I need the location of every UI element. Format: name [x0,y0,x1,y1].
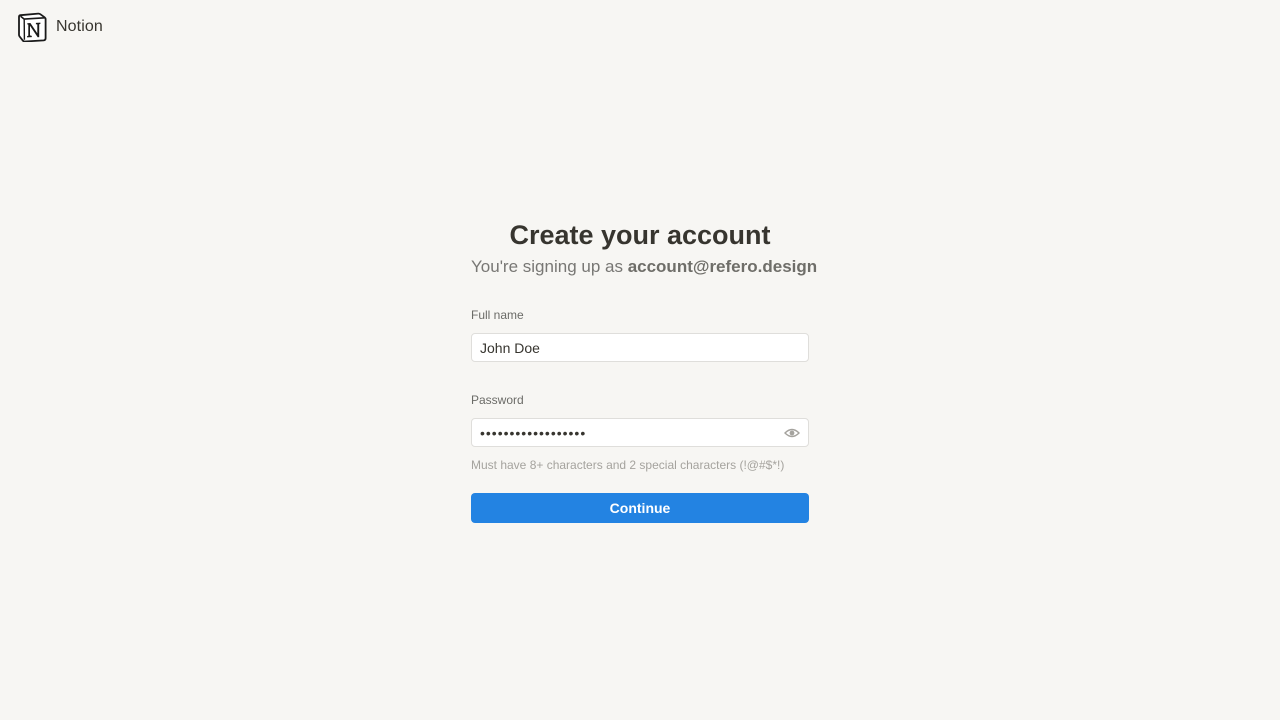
full-name-label: Full name [471,308,524,322]
password-field[interactable] [471,418,809,447]
notion-home-link[interactable]: Notion [18,11,103,43]
continue-button[interactable]: Continue [471,493,809,523]
eye-icon[interactable] [784,426,800,440]
password-input[interactable] [480,424,770,441]
page-title: Create your account [509,220,771,250]
full-name-field[interactable] [471,333,809,362]
signup-email: account@refero.design [627,257,818,276]
full-name-input[interactable] [480,339,770,356]
subtitle-prefix: You're signing up as [471,257,628,276]
brand-name: Notion [56,18,103,35]
notion-logo-icon [18,12,47,42]
signup-form-container: Create your account You're signing up as… [471,218,817,523]
password-hint: Must have 8+ characters and 2 special ch… [471,458,785,472]
password-label: Password [471,393,524,407]
signup-subtitle: You're signing up as account@refero.desi… [471,256,817,278]
